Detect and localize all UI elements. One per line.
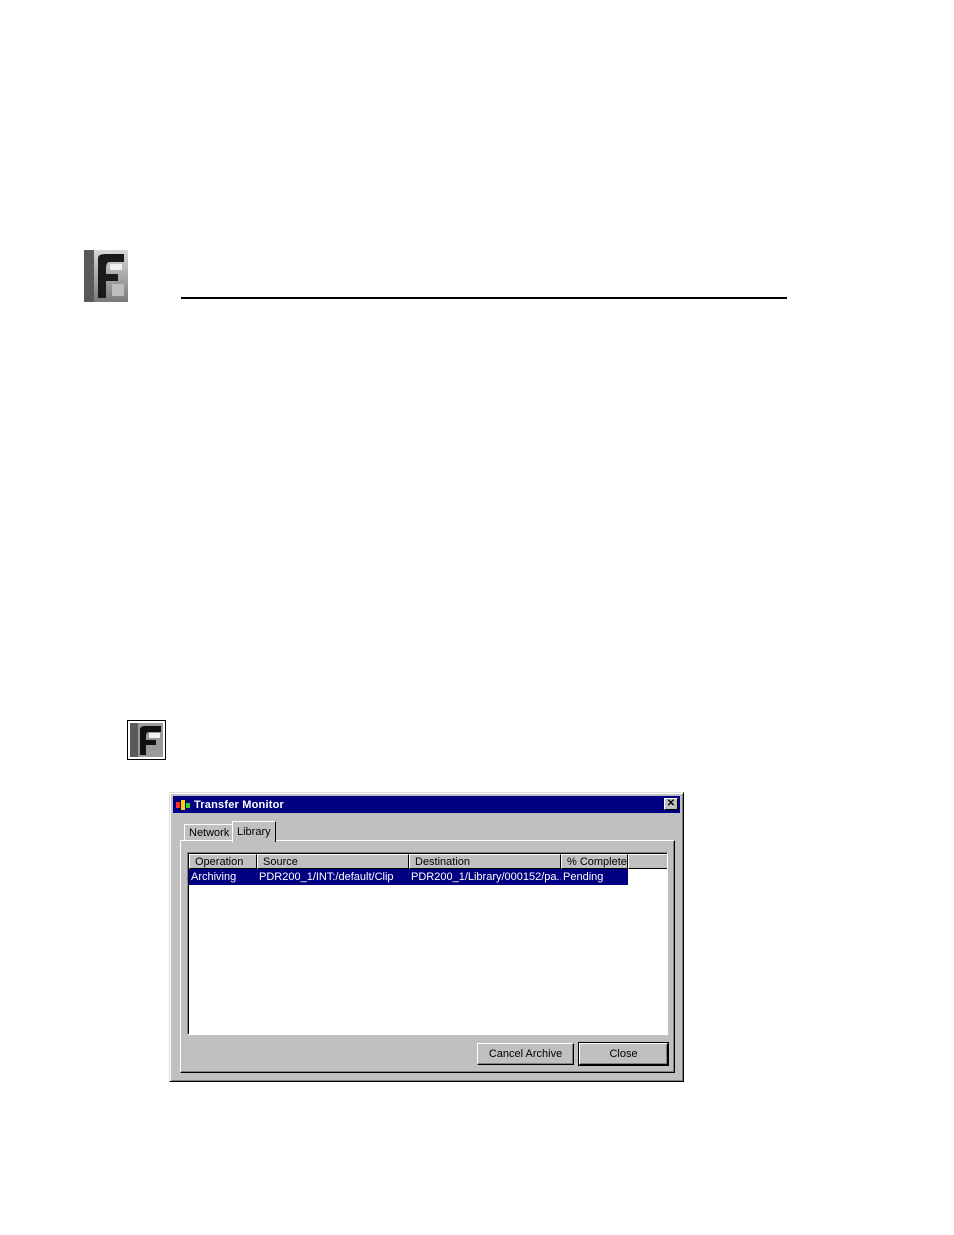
list-header: Operation Source Destination % Complete [189, 854, 667, 869]
profile-note-icon [127, 720, 166, 760]
column-header-operation[interactable]: Operation [189, 854, 257, 869]
close-button[interactable]: Close [578, 1042, 669, 1066]
column-header-source[interactable]: Source [257, 854, 409, 869]
window-title: Transfer Monitor [194, 798, 284, 811]
table-row[interactable]: Archiving PDR200_1/INT:/default/Clip PDR… [189, 869, 628, 885]
title-bar[interactable]: Transfer Monitor ✕ [173, 796, 680, 813]
library-tab-panel: Operation Source Destination % Complete … [180, 840, 675, 1073]
header-rule [181, 297, 787, 299]
close-icon[interactable]: ✕ [664, 798, 678, 810]
cell-operation: Archiving [191, 871, 237, 883]
cell-source: PDR200_1/INT:/default/Clip [259, 871, 394, 883]
transfer-monitor-app-icon [176, 799, 190, 810]
profile-logo-icon [84, 250, 128, 302]
transfer-monitor-window: Transfer Monitor ✕ Network Library Opera… [169, 792, 684, 1082]
transfer-list[interactable]: Operation Source Destination % Complete … [187, 852, 668, 1035]
cell-percent-complete: Pending [563, 871, 604, 883]
column-header-filler [628, 854, 667, 869]
tab-library[interactable]: Library [232, 821, 276, 842]
tab-network[interactable]: Network [184, 824, 235, 841]
cell-destination: PDR200_1/Library/000152/pa... [411, 871, 561, 883]
cancel-archive-button[interactable]: Cancel Archive [477, 1043, 574, 1065]
column-header-percent-complete[interactable]: % Complete [561, 854, 628, 869]
column-header-destination[interactable]: Destination [409, 854, 561, 869]
